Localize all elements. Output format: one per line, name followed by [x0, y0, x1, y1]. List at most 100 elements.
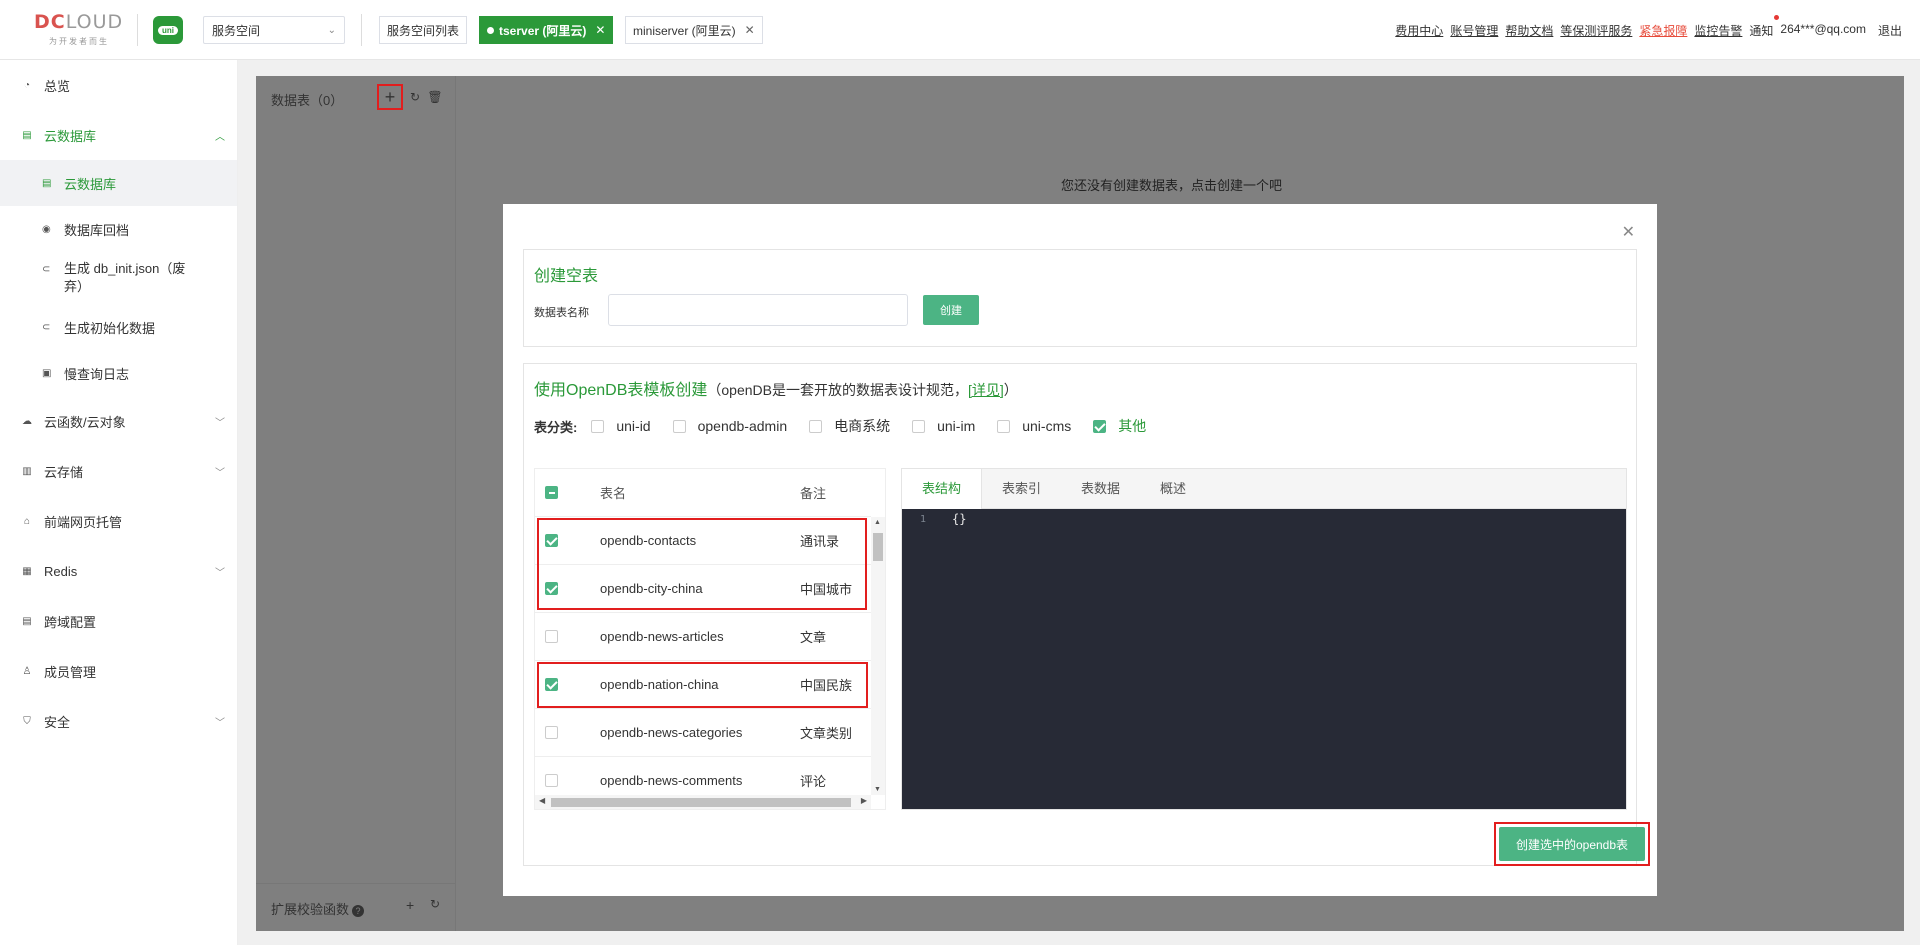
chevron-down-icon: ⌄	[327, 24, 336, 36]
link-billing[interactable]: 费用中心	[1395, 22, 1443, 39]
help-icon[interactable]: ?	[352, 905, 365, 917]
refresh-icon[interactable]: ↻	[407, 90, 423, 104]
table-row[interactable]: opendb-contacts 通讯录	[535, 517, 871, 565]
link-monitor[interactable]: 监控告警	[1694, 22, 1742, 39]
dcloud-logo[interactable]: DCLOUD 为开发者而生	[34, 12, 124, 48]
user-email[interactable]: 264***@qq.com	[1780, 22, 1866, 39]
create-empty-card: 创建空表 数据表名称 创建	[523, 249, 1637, 347]
close-icon[interactable]: ✕	[1622, 222, 1635, 242]
checkbox-checked[interactable]	[1093, 419, 1107, 433]
add-icon[interactable]: +	[406, 897, 414, 913]
sidebar-item-cloud-db[interactable]: ▤ 云数据库 ︿	[0, 110, 237, 160]
table-name-input[interactable]	[608, 294, 908, 326]
vertical-scrollbar[interactable]: ▲ ▼	[871, 517, 885, 795]
sidebar-item-redis[interactable]: ▦ Redis ﹀	[0, 546, 237, 596]
category-opendb-admin[interactable]: opendb-admin	[672, 418, 787, 434]
row-checkbox[interactable]	[545, 582, 558, 595]
row-checkbox[interactable]	[545, 774, 558, 787]
checkbox[interactable]	[912, 419, 926, 433]
sidebar-item-label: 慢查询日志	[64, 366, 130, 382]
horizontal-scrollbar[interactable]: ◀ ▶	[535, 795, 871, 809]
log-icon: ▣	[42, 367, 52, 379]
category-ecommerce[interactable]: 电商系统	[809, 416, 890, 436]
logout-link[interactable]: 退出	[1878, 22, 1902, 39]
redis-icon: ▦	[22, 565, 32, 577]
category-uni-id[interactable]: uni-id	[591, 418, 651, 434]
tab-index[interactable]: 表索引	[982, 469, 1061, 509]
chevron-down-icon: ﹀	[215, 717, 225, 729]
sidebar-item-label: 数据库回档	[64, 222, 130, 238]
row-checkbox[interactable]	[545, 534, 558, 547]
cloud-icon: ☁	[22, 415, 32, 427]
checkbox[interactable]	[997, 419, 1011, 433]
highlight-box: 创建选中的opendb表	[1494, 822, 1650, 866]
checkbox[interactable]	[591, 419, 605, 433]
create-button[interactable]: 创建	[923, 295, 979, 325]
sidebar-item-security[interactable]: ⛉ 安全 ﹀	[0, 696, 237, 746]
opendb-table-list: 表名 备注 opendb-contacts 通讯录 opendb-city-ch…	[534, 468, 886, 810]
refresh-icon[interactable]: ↻	[430, 897, 440, 911]
code-editor[interactable]: 1 {}	[902, 509, 1626, 809]
sidebar-item-label: 云数据库	[44, 128, 97, 144]
row-name: opendb-city-china	[600, 581, 703, 596]
table-row[interactable]: opendb-nation-china 中国民族	[535, 661, 871, 709]
close-icon[interactable]: ✕	[745, 23, 755, 37]
sidebar-subitem-backup[interactable]: ◉ 数据库回档	[0, 206, 237, 252]
notify-link[interactable]: 通知	[1749, 15, 1780, 39]
scrollbar-thumb[interactable]	[873, 533, 883, 561]
sidebar-item-hosting[interactable]: ⌂ 前端网页托管	[0, 496, 237, 546]
link-compliance[interactable]: 等保测评服务	[1560, 22, 1632, 39]
select-all-checkbox[interactable]	[545, 486, 558, 499]
row-note: 评论	[800, 774, 827, 789]
table-row[interactable]: opendb-news-categories 文章类别	[535, 709, 871, 757]
sidebar-item-label: 云数据库	[64, 176, 117, 192]
sidebar-item-storage[interactable]: ▥ 云存储 ﹀	[0, 446, 237, 496]
sidebar-subitem-cloud-db[interactable]: ▤ 云数据库	[0, 160, 237, 206]
scroll-up-icon[interactable]: ▲	[874, 519, 881, 526]
space-list-button[interactable]: 服务空间列表	[379, 16, 468, 44]
category-uni-im[interactable]: uni-im	[912, 418, 975, 434]
category-other[interactable]: 其他	[1093, 416, 1146, 436]
chevron-up-icon: ︿	[215, 131, 225, 143]
scroll-left-icon[interactable]: ◀	[539, 796, 545, 805]
tab-schema[interactable]: 表结构	[902, 469, 983, 509]
sidebar-item-members[interactable]: ♙ 成员管理	[0, 646, 237, 696]
row-name: opendb-news-comments	[600, 773, 743, 788]
sidebar-subitem-init-data[interactable]: ⊂ 生成初始化数据	[0, 304, 237, 350]
close-icon[interactable]: ✕	[595, 23, 605, 37]
opendb-detail-link[interactable]: [详见]	[968, 382, 1004, 398]
space-select[interactable]: 服务空间 ⌄	[203, 16, 345, 44]
checkbox[interactable]	[672, 419, 686, 433]
sidebar-subitem-db-init[interactable]: ⊂ 生成 db_init.json（废弃）	[0, 252, 237, 304]
tab-tserver[interactable]: tserver (阿里云) ✕	[479, 16, 614, 44]
link-account[interactable]: 账号管理	[1450, 22, 1498, 39]
cors-icon: ▤	[22, 615, 32, 627]
add-table-button[interactable]: +	[377, 84, 403, 110]
tab-overview[interactable]: 概述	[1140, 469, 1206, 509]
row-checkbox[interactable]	[545, 726, 558, 739]
link-help[interactable]: 帮助文档	[1505, 22, 1553, 39]
tab-miniserver[interactable]: miniserver (阿里云) ✕	[625, 16, 763, 44]
sidebar-item-cors[interactable]: ▤ 跨域配置	[0, 596, 237, 646]
scrollbar-thumb[interactable]	[551, 798, 851, 807]
sidebar-item-functions[interactable]: ☁ 云函数/云对象 ﹀	[0, 396, 237, 446]
row-checkbox[interactable]	[545, 630, 558, 643]
category-uni-cms[interactable]: uni-cms	[997, 418, 1071, 434]
storage-icon: ▥	[22, 465, 32, 477]
create-selected-button[interactable]: 创建选中的opendb表	[1499, 827, 1645, 861]
scroll-down-icon[interactable]: ▼	[874, 786, 881, 793]
validate-functions-label: 扩展校验函数	[271, 902, 350, 917]
sidebar-subitem-slow-log[interactable]: ▣ 慢查询日志	[0, 350, 237, 396]
checkbox[interactable]	[809, 419, 823, 433]
table-row[interactable]: opendb-city-china 中国城市	[535, 565, 871, 613]
uni-logo[interactable]: uni	[153, 16, 183, 44]
table-row[interactable]: opendb-news-articles 文章	[535, 613, 871, 661]
scroll-right-icon[interactable]: ▶	[861, 796, 867, 805]
delete-icon[interactable]: 🗑	[427, 90, 443, 104]
row-checkbox[interactable]	[545, 678, 558, 691]
tab-data[interactable]: 表数据	[1061, 469, 1140, 509]
sidebar: ◔ 总览 ▤ 云数据库 ︿ ▤ 云数据库 ◉ 数据库回档 ⊂ 生成 db_ini…	[0, 60, 238, 945]
sidebar-item-overview[interactable]: ◔ 总览	[0, 60, 237, 110]
link-emergency[interactable]: 紧急报障	[1639, 22, 1687, 39]
sidebar-item-label: 跨域配置	[44, 614, 97, 630]
